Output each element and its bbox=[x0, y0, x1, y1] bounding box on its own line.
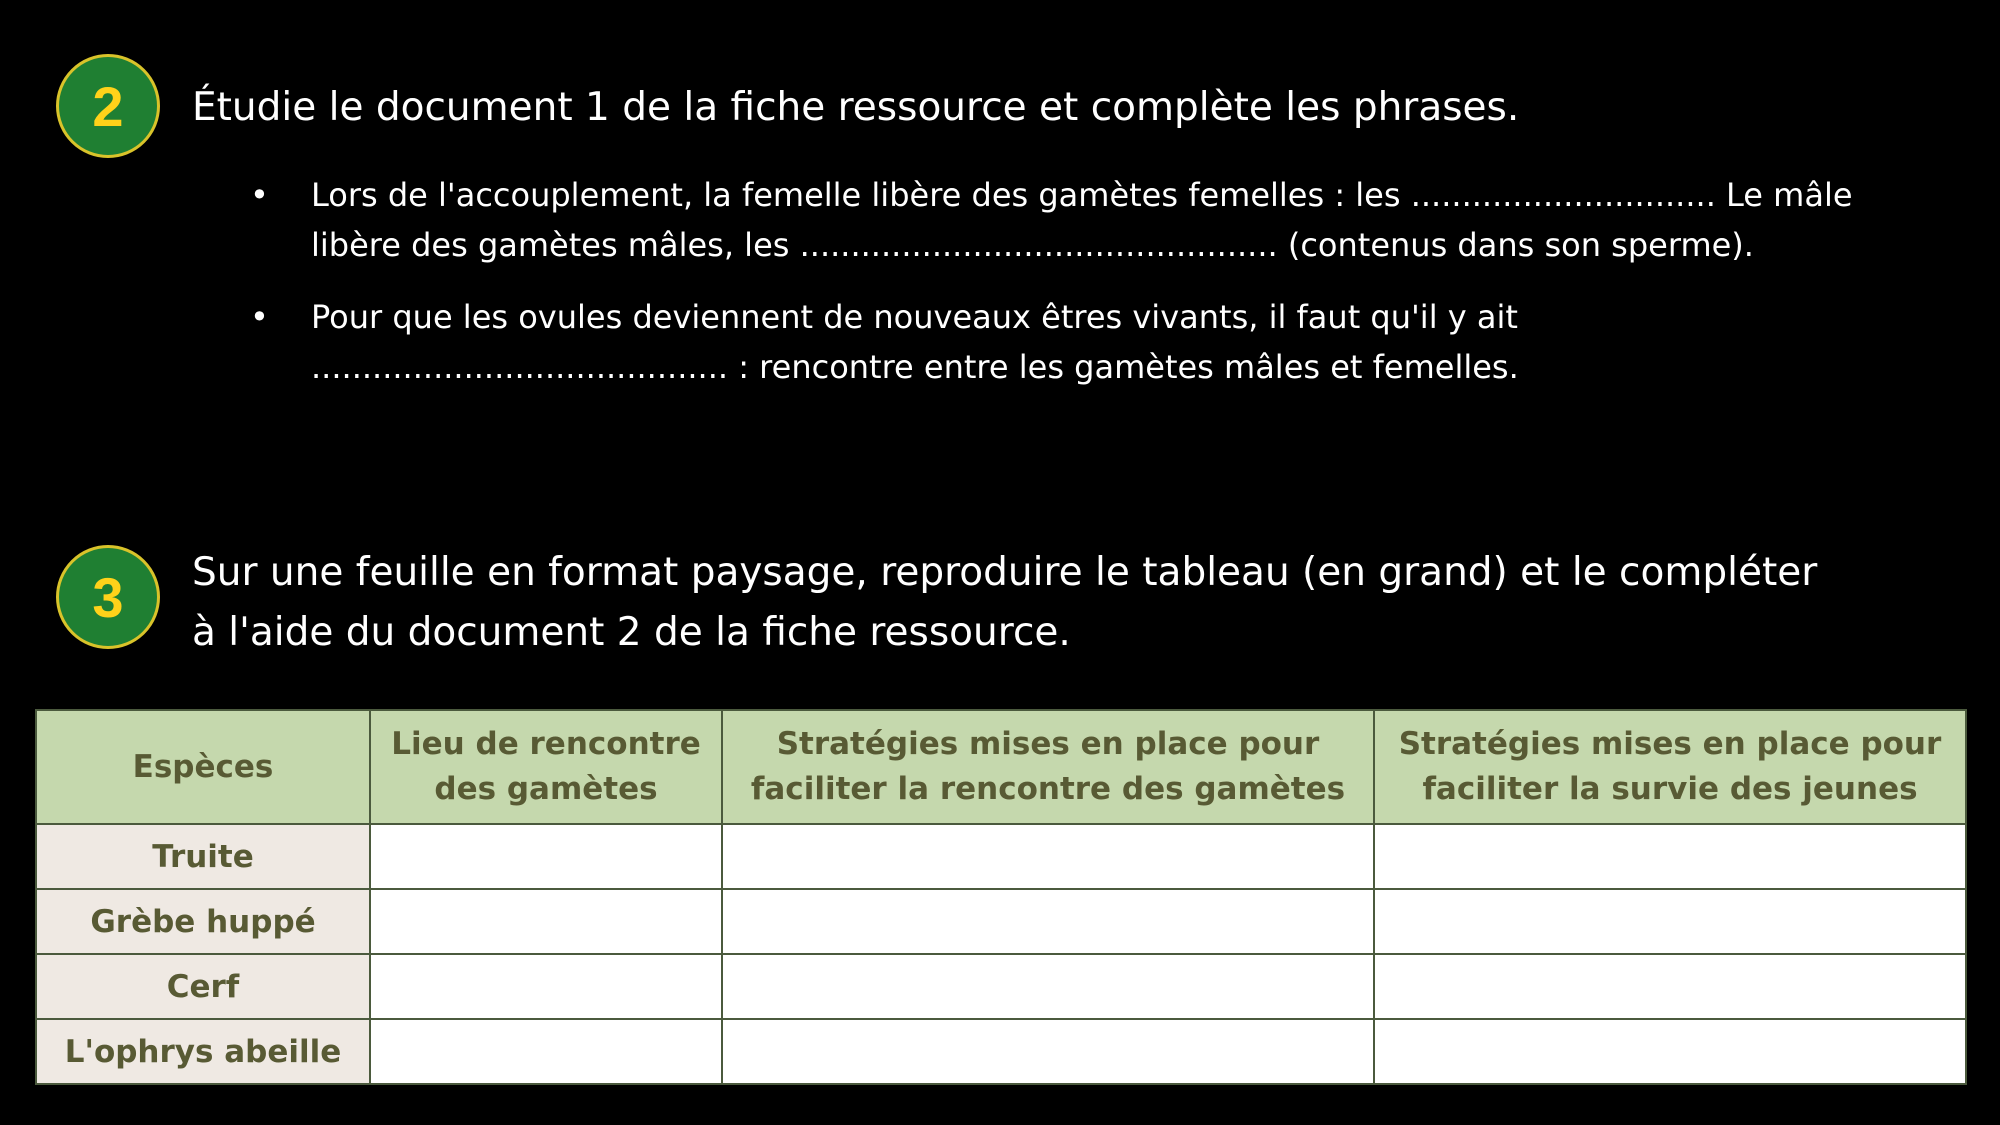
empty-cell bbox=[1373, 1018, 1967, 1085]
bullet-icon: • bbox=[250, 298, 269, 336]
table-row: Cerf bbox=[35, 953, 1967, 1020]
section-3-heading-line: Sur une feuille en format paysage, repro… bbox=[192, 550, 1818, 595]
section-3-heading-line: à l'aide du document 2 de la fiche resso… bbox=[192, 610, 1071, 655]
bullet-item: • Lors de l'accouplement, la femelle lib… bbox=[250, 170, 1970, 270]
step-3-number: 3 bbox=[92, 565, 124, 629]
empty-cell bbox=[369, 953, 723, 1020]
empty-cell bbox=[721, 888, 1375, 955]
header-meeting-strategies: Stratégies mises en place pour faciliter… bbox=[721, 709, 1375, 825]
species-table: Espèces Lieu de rencontre des gamètes St… bbox=[35, 709, 1967, 1085]
table-row: Truite bbox=[35, 823, 1967, 890]
section-2-bullet-list: • Lors de l'accouplement, la femelle lib… bbox=[250, 170, 1970, 414]
species-cell: Grèbe huppé bbox=[35, 888, 371, 955]
empty-cell bbox=[369, 888, 723, 955]
species-cell: Cerf bbox=[35, 953, 371, 1020]
species-table-container: Espèces Lieu de rencontre des gamètes St… bbox=[35, 709, 1967, 1085]
bullet-item: • Pour que les ovules deviennent de nouv… bbox=[250, 292, 1970, 392]
table-row: L'ophrys abeille bbox=[35, 1018, 1967, 1085]
empty-cell bbox=[721, 1018, 1375, 1085]
empty-cell bbox=[369, 823, 723, 890]
bullet-text-line: ........................................… bbox=[311, 348, 1519, 386]
section-2-heading: Étudie le document 1 de la fiche ressour… bbox=[192, 85, 1520, 130]
empty-cell bbox=[1373, 888, 1967, 955]
empty-cell bbox=[369, 1018, 723, 1085]
empty-cell bbox=[721, 823, 1375, 890]
empty-cell bbox=[1373, 953, 1967, 1020]
section-3-heading: Sur une feuille en format paysage, repro… bbox=[192, 543, 1817, 663]
header-meeting-place: Lieu de rencontre des gamètes bbox=[369, 709, 723, 825]
header-species: Espèces bbox=[35, 709, 371, 825]
species-cell: L'ophrys abeille bbox=[35, 1018, 371, 1085]
table-header-row: Espèces Lieu de rencontre des gamètes St… bbox=[35, 709, 1967, 825]
bullet-text-line: Lors de l'accouplement, la femelle libèr… bbox=[311, 176, 1853, 214]
empty-cell bbox=[1373, 823, 1967, 890]
header-survival-strategies: Stratégies mises en place pour faciliter… bbox=[1373, 709, 1967, 825]
species-cell: Truite bbox=[35, 823, 371, 890]
empty-cell bbox=[721, 953, 1375, 1020]
step-2-number: 2 bbox=[92, 74, 124, 138]
bullet-icon: • bbox=[250, 176, 269, 214]
table-row: Grèbe huppé bbox=[35, 888, 1967, 955]
step-3-badge: 3 bbox=[56, 545, 160, 649]
bullet-text-line: Pour que les ovules deviennent de nouvea… bbox=[311, 298, 1518, 336]
step-2-badge: 2 bbox=[56, 54, 160, 158]
bullet-text-line: libère des gamètes mâles, les ..........… bbox=[311, 226, 1754, 264]
